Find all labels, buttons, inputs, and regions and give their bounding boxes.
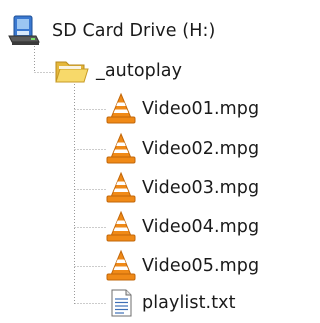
- vlc-cone-icon: [104, 210, 138, 244]
- tree-item-file[interactable]: Video03.mpg: [104, 171, 259, 205]
- tree-item-label: Video03.mpg: [142, 178, 260, 198]
- tree-item-label: playlist.txt: [142, 293, 236, 313]
- tree-item-file[interactable]: Video04.mpg: [104, 210, 259, 244]
- vlc-cone-icon: [104, 171, 138, 205]
- tree-item-file[interactable]: playlist.txt: [104, 286, 236, 320]
- tree-item-label: SD Card Drive (H:): [52, 21, 216, 41]
- tree-item-label: _autoplay: [96, 61, 183, 81]
- open-folder-icon: [54, 56, 90, 86]
- tree-item-sd-card-drive[interactable]: SD Card Drive (H:): [6, 14, 215, 48]
- tree-item-file[interactable]: Video05.mpg: [104, 249, 259, 283]
- file-tree: SD Card Drive (H:) _autoplay Video01.mpg: [0, 0, 289, 319]
- vlc-cone-icon: [104, 92, 138, 126]
- tree-item-file[interactable]: Video02.mpg: [104, 132, 259, 166]
- tree-item-file[interactable]: Video01.mpg: [104, 92, 259, 126]
- vlc-cone-icon: [104, 249, 138, 283]
- tree-item-autoplay-folder[interactable]: _autoplay: [54, 54, 182, 88]
- tree-item-label: Video01.mpg: [142, 99, 260, 119]
- sd-card-drive-icon: [6, 14, 48, 48]
- tree-item-label: Video05.mpg: [142, 256, 260, 276]
- vlc-cone-icon: [104, 132, 138, 166]
- text-file-icon: [106, 287, 136, 319]
- tree-item-label: Video02.mpg: [142, 139, 260, 159]
- tree-item-label: Video04.mpg: [142, 217, 260, 237]
